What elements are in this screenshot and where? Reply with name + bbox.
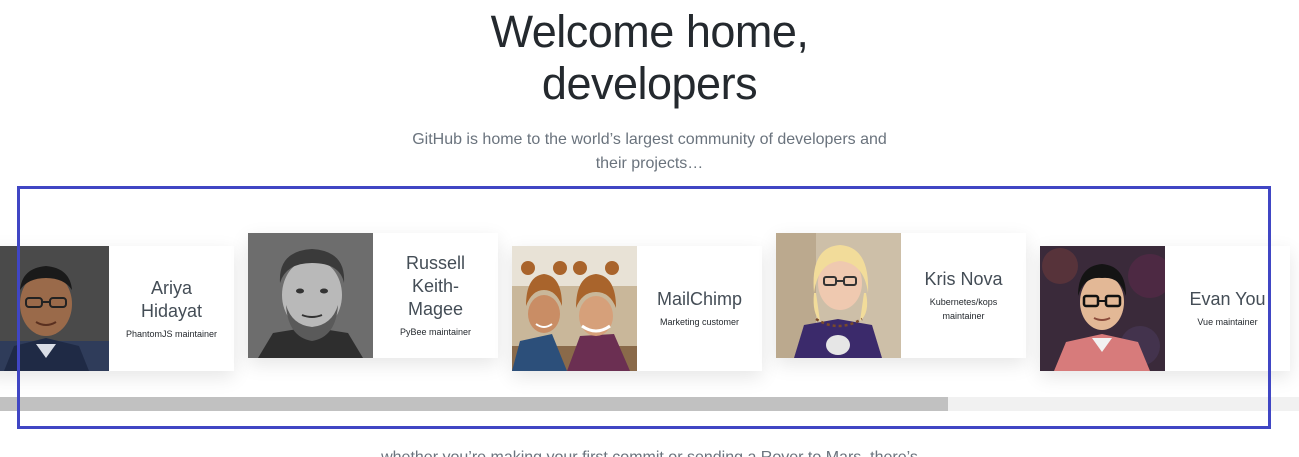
developer-card-kris[interactable]: Kris Nova Kubernetes/kops maintainer <box>776 233 1026 358</box>
developer-role: PyBee maintainer <box>399 327 472 337</box>
card-text: Evan You Vue maintainer <box>1165 246 1290 371</box>
developer-role: Vue maintainer <box>1197 317 1258 327</box>
developer-card-evan[interactable]: Evan You Vue maintainer <box>1040 246 1290 371</box>
developer-carousel[interactable]: Ariya Hidayat PhantomJS maintainer Russe… <box>0 186 1299 414</box>
intro-text: whether you’re making your first commit … <box>0 446 1299 457</box>
avatar <box>512 246 637 371</box>
page-title: Welcome home, developers <box>0 6 1299 110</box>
page-subtitle-line-1: GitHub is home to the world’s largest co… <box>412 131 887 148</box>
card-text: Ariya Hidayat PhantomJS maintainer <box>109 246 234 371</box>
avatar <box>1040 246 1165 371</box>
developer-name: Evan You <box>1189 289 1266 309</box>
avatar <box>0 246 109 371</box>
developer-card-mailchimp[interactable]: MailChimp Marketing customer <box>512 246 762 371</box>
page-subtitle-line-2: their projects… <box>595 155 704 172</box>
developer-name: Kris Nova <box>924 269 1003 289</box>
card-text: Kris Nova Kubernetes/kops maintainer <box>901 233 1026 358</box>
developer-name: Russell Keith- Magee <box>405 253 466 319</box>
github-home-page: Welcome home, developers GitHub is home … <box>0 0 1299 457</box>
developer-card-ariya[interactable]: Ariya Hidayat PhantomJS maintainer <box>0 246 234 371</box>
page-title-line-1: Welcome home, <box>490 6 809 57</box>
developer-role: Marketing customer <box>659 317 740 327</box>
avatar <box>248 233 373 358</box>
developer-name: MailChimp <box>656 289 743 309</box>
developer-role: PhantomJS maintainer <box>125 328 218 339</box>
card-text: MailChimp Marketing customer <box>637 246 762 371</box>
page-subtitle: GitHub is home to the world’s largest co… <box>412 128 887 176</box>
carousel-scrollbar[interactable] <box>0 397 1299 411</box>
developer-name: Ariya Hidayat <box>140 277 203 321</box>
developer-role: Kubernetes/kops maintainer <box>929 297 998 321</box>
page-title-line-2: developers <box>541 58 758 109</box>
scrollbar-thumb[interactable] <box>0 397 949 411</box>
avatar <box>776 233 901 358</box>
card-text: Russell Keith- Magee PyBee maintainer <box>373 233 498 358</box>
developer-card-russell[interactable]: Russell Keith- Magee PyBee maintainer <box>248 233 498 358</box>
